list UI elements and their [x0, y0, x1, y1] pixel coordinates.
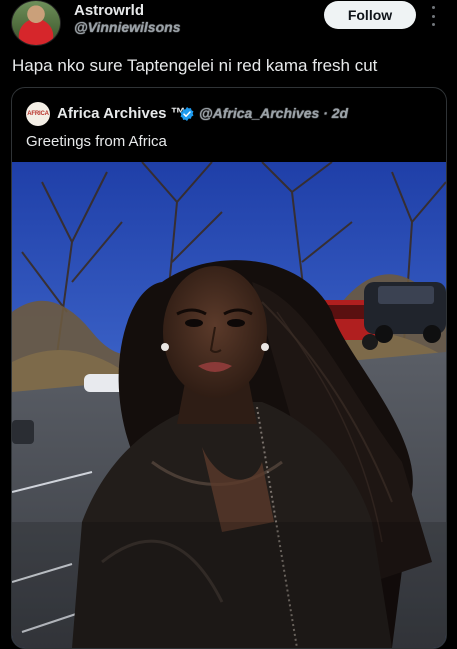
- quoted-text: Greetings from Africa: [26, 133, 167, 150]
- verified-badge-icon: [180, 107, 194, 121]
- avatar[interactable]: [11, 0, 61, 46]
- quoted-time: · 2d: [323, 105, 349, 121]
- post-photo[interactable]: [12, 162, 446, 648]
- quoted-handle[interactable]: @Africa_Archives: [199, 105, 319, 121]
- post-text: Hapa nko sure Taptengelei ni red kama fr…: [12, 56, 378, 75]
- quoted-avatar[interactable]: AFRICA: [26, 102, 50, 126]
- quoted-handle-and-time[interactable]: @Africa_Archives · 2d: [199, 105, 348, 121]
- user-handle[interactable]: @Vinniewilsons: [74, 19, 180, 35]
- quoted-post[interactable]: AFRICA Africa Archives ™ @Africa_Archive…: [11, 87, 447, 649]
- follow-button[interactable]: Follow: [324, 1, 416, 29]
- more-vertical-icon[interactable]: [428, 6, 438, 26]
- quoted-display-name[interactable]: Africa Archives ™: [57, 105, 186, 122]
- display-name[interactable]: Astrowrld: [74, 2, 144, 19]
